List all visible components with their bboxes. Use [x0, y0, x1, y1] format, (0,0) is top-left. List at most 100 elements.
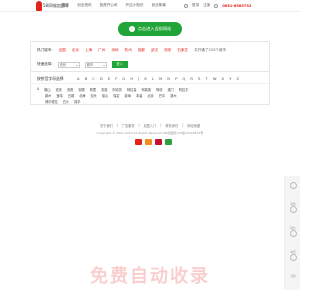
- city-link[interactable]: 澳门: [168, 87, 174, 92]
- trust-badge-icon[interactable]: [165, 139, 172, 145]
- province-select[interactable]: 省份: [57, 61, 80, 68]
- letter-tab[interactable]: K: [144, 76, 147, 81]
- go-button[interactable]: 进入: [111, 61, 128, 68]
- letter-tab[interactable]: J: [138, 76, 139, 81]
- letter-tab[interactable]: W: [213, 76, 217, 81]
- hot-city-link[interactable]: 广州: [98, 48, 105, 53]
- trust-badge-icon[interactable]: [145, 139, 152, 145]
- city-link[interactable]: 安康: [101, 87, 107, 92]
- footer-link[interactable]: 广告服务: [122, 123, 135, 128]
- enter-site-button[interactable]: › 点击进入当前网站: [118, 22, 182, 36]
- nav-item-news[interactable]: 创业资讯: [77, 3, 91, 8]
- city-link[interactable]: 安庆: [56, 87, 62, 92]
- letter-tab[interactable]: G: [122, 76, 125, 81]
- letter-tab[interactable]: H: [130, 76, 133, 81]
- sidebar-item-phone[interactable]: 电话: [287, 228, 299, 254]
- letter-tab[interactable]: M: [159, 76, 162, 81]
- city-row: 博尔塔拉 白沙 保亭: [45, 99, 81, 104]
- letter-tab[interactable]: A: [77, 76, 80, 81]
- city-link[interactable]: 博尔塔拉: [45, 99, 58, 104]
- letter-tab[interactable]: F: [115, 76, 117, 81]
- letter-tab[interactable]: S: [198, 76, 200, 81]
- city-link[interactable]: 保山: [102, 93, 108, 98]
- hot-city-link[interactable]: 武汉: [151, 48, 158, 53]
- hot-city-link[interactable]: 全国: [59, 48, 66, 53]
- hot-cities-row: 热门城市: 全国 北京 上海 广州 深圳 杭州 成都 武汉 西安 石家庄 共开通…: [37, 48, 226, 53]
- register-link[interactable]: 注册: [203, 3, 210, 8]
- letter-tab[interactable]: D: [100, 76, 103, 81]
- trust-badges: [135, 139, 172, 145]
- footer-link[interactable]: 加盟入门: [144, 123, 157, 128]
- city-link[interactable]: 阿勒泰: [142, 87, 152, 92]
- hot-city-link[interactable]: 石家庄: [177, 48, 188, 53]
- city-link[interactable]: 安阳: [67, 87, 73, 92]
- top-bar: 58同城加盟网 首页 创业资讯 投资开公司 开店小知识 创业故事 登录 注册 0…: [0, 0, 300, 12]
- hot-city-link[interactable]: 北京: [72, 48, 79, 53]
- alphabet-select-panel: 按拼音字母选择 A B C D E F G H J K L M N P Q R …: [30, 71, 270, 105]
- city-link[interactable]: 阿里: [90, 87, 96, 92]
- city-link[interactable]: 保定: [113, 93, 119, 98]
- letter-tab[interactable]: X: [222, 76, 225, 81]
- footer-links: 关于我们 | 广告服务 | 加盟入门 | 联系我们 | 网站地图: [0, 123, 300, 128]
- city-link[interactable]: 阿坝: [156, 87, 162, 92]
- nav-item-tips[interactable]: 开店小知识: [126, 3, 144, 8]
- letter-tab[interactable]: C: [92, 76, 95, 81]
- city-link[interactable]: 阿拉善: [127, 87, 137, 92]
- letter-tab[interactable]: Z: [236, 76, 239, 81]
- nav-item-home[interactable]: 首页: [62, 3, 69, 8]
- user-icon: [184, 3, 188, 8]
- letter-tab[interactable]: E: [108, 76, 110, 81]
- quick-select-label: 快速选择:: [37, 62, 53, 66]
- city-select[interactable]: 城市: [84, 61, 107, 68]
- city-link[interactable]: 滨州: [170, 93, 176, 98]
- city-link[interactable]: 白城: [68, 93, 74, 98]
- city-link[interactable]: 阿克苏: [112, 87, 122, 92]
- city-link[interactable]: 白沙: [63, 99, 69, 104]
- sidebar-item-service[interactable]: 客服: [287, 180, 299, 206]
- letter-tab[interactable]: P: [175, 76, 177, 81]
- city-link[interactable]: 宝鸡: [56, 93, 62, 98]
- site-logo[interactable]: 58同城加盟网: [36, 1, 68, 11]
- city-link[interactable]: 鞍山: [44, 87, 50, 92]
- footer-link[interactable]: 网站地图: [187, 123, 200, 128]
- city-link[interactable]: 北京: [147, 93, 153, 98]
- footer-separator: |: [116, 123, 118, 127]
- hot-city-link[interactable]: 成都: [138, 48, 145, 53]
- arrow-up-icon: [289, 254, 297, 261]
- city-link[interactable]: 北海: [79, 93, 85, 98]
- enter-site-label: 点击进入当前网站: [137, 26, 172, 31]
- footer-link[interactable]: 关于我们: [100, 123, 113, 128]
- letter-tab[interactable]: L: [152, 76, 154, 81]
- city-link[interactable]: 包头: [91, 93, 97, 98]
- login-link[interactable]: 登录: [192, 3, 199, 8]
- city-link[interactable]: 保亭: [74, 99, 80, 104]
- city-link[interactable]: 本溪: [136, 93, 142, 98]
- letter-tab[interactable]: B: [85, 76, 88, 81]
- city-link[interactable]: 蚌埠: [125, 93, 131, 98]
- arrow-right-icon: ›: [128, 26, 135, 32]
- city-link[interactable]: 霸州: [45, 93, 51, 98]
- footer-separator: |: [182, 123, 184, 127]
- letter-tab[interactable]: T: [205, 76, 207, 81]
- letter-tab[interactable]: N: [167, 76, 170, 81]
- footer-separator: |: [138, 123, 140, 127]
- city-link[interactable]: 安顺: [78, 87, 84, 92]
- letter-tab[interactable]: Q: [182, 76, 185, 81]
- footer-link[interactable]: 联系我们: [165, 123, 178, 128]
- letter-tab[interactable]: Y: [229, 76, 231, 81]
- hot-city-link[interactable]: 上海: [85, 48, 92, 53]
- nav-item-invest[interactable]: 投资开公司: [100, 3, 118, 8]
- trust-badge-icon[interactable]: [155, 139, 162, 145]
- sidebar-item-wechat[interactable]: 微信: [287, 204, 299, 230]
- copyright-text: Copyright © 2011-2019 All Rights Reserve…: [96, 131, 204, 135]
- city-link[interactable]: 巴中: [159, 93, 165, 98]
- city-row: A 鞍山 安庆 安阳 安顺 阿里 安康 阿克苏 阿拉善 阿勒泰 阿坝 澳门 阿拉…: [37, 87, 188, 92]
- nav-item-stories[interactable]: 创业故事: [152, 3, 166, 8]
- hot-city-link[interactable]: 杭州: [125, 48, 132, 53]
- letter-tab[interactable]: R: [190, 76, 193, 81]
- trust-badge-icon[interactable]: [135, 139, 142, 145]
- alphabet-title: 按拼音字母选择: [37, 76, 64, 81]
- hot-city-link[interactable]: 西安: [164, 48, 171, 53]
- hot-city-link[interactable]: 深圳: [111, 48, 118, 53]
- city-link[interactable]: 阿拉尔: [179, 87, 189, 92]
